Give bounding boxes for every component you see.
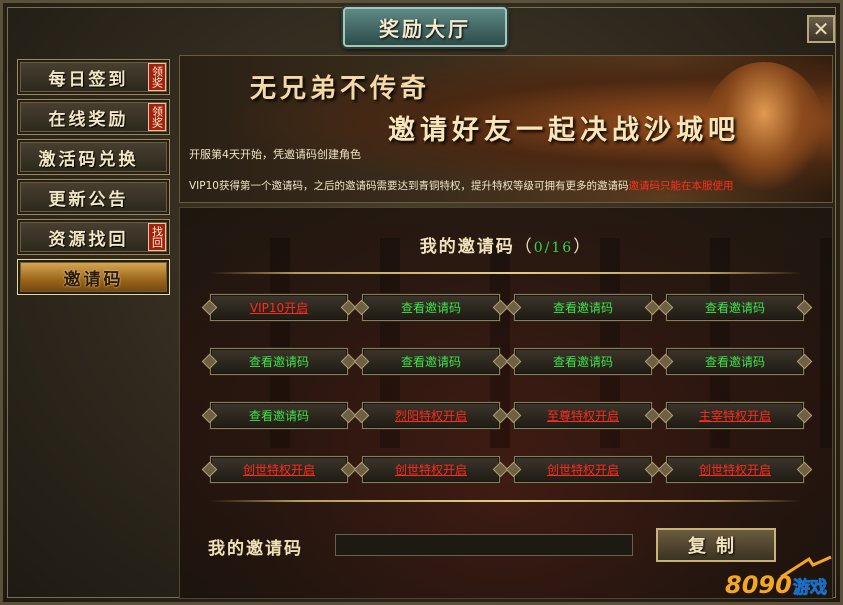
banner-info-2-warning: 邀请码只能在本服使用: [628, 180, 734, 192]
view-invite-code-button[interactable]: 查看邀请码: [210, 348, 348, 375]
view-invite-code-button[interactable]: 查看邀请码: [666, 294, 804, 321]
sidebar-item-4[interactable]: 资源找回 找回: [17, 219, 170, 255]
banner-info-2: VIP10获得第一个邀请码，之后的邀请码需要达到青铜特权，提升特权等级可拥有更多…: [189, 178, 733, 193]
my-code-label: 我的邀请码: [208, 539, 303, 559]
invite-count-close: ）: [573, 237, 593, 257]
divider-top: [210, 272, 802, 274]
divider-bottom: [210, 500, 802, 502]
sidebar-item-1[interactable]: 在线奖励 领奖: [17, 99, 170, 135]
banner-info-1: 开服第4天开始，凭邀请码创建角色: [189, 148, 361, 161]
close-button[interactable]: ✕: [807, 15, 835, 43]
window-title-plate: 奖励大厅: [343, 7, 507, 47]
invite-section-title: 我的邀请码（0/16）: [180, 232, 832, 257]
sidebar-item-2[interactable]: 激活码兑换: [17, 139, 170, 175]
view-invite-code-button[interactable]: 查看邀请码: [362, 348, 500, 375]
banner-info-2-text: VIP10获得第一个邀请码，之后的邀请码需要达到青铜特权，提升特权等级可拥有更多…: [189, 180, 629, 192]
sidebar-item-label: 在线奖励: [48, 109, 129, 130]
sidebar-item-label: 邀请码: [63, 269, 124, 290]
reward-hall-window: 奖励大厅 ✕ 每日签到 领奖 在线奖励 领奖 激活码兑换 更新公告 资源找回 找回 邀请码 无兄…: [0, 0, 843, 605]
view-invite-code-button[interactable]: 查看邀请码: [210, 402, 348, 429]
sidebar-item-badge: 找回: [148, 223, 166, 251]
locked-invite-code-button[interactable]: VIP10开启: [210, 294, 348, 321]
sidebar-item-label: 更新公告: [48, 189, 129, 210]
sidebar: 每日签到 领奖 在线奖励 领奖 激活码兑换 更新公告 资源找回 找回 邀请码: [17, 59, 172, 299]
watermark-text: 游戏: [793, 577, 827, 598]
invite-count: 0/16: [533, 240, 574, 256]
sidebar-item-0[interactable]: 每日签到 领奖: [17, 59, 170, 95]
close-icon: ✕: [812, 17, 830, 41]
sidebar-item-label: 每日签到: [48, 69, 129, 90]
sidebar-item-label: 资源找回: [48, 229, 129, 250]
sidebar-item-badge: 领奖: [148, 63, 166, 91]
banner-slogan-1: 无兄弟不传奇: [250, 74, 431, 104]
locked-invite-code-button[interactable]: 创世特权开启: [666, 456, 804, 483]
invite-code-grid: VIP10开启 查看邀请码 查看邀请码 查看邀请码 查看邀请码 查看邀请码 查看邀请码 查看邀…: [210, 294, 810, 483]
invite-count-open: （: [514, 237, 534, 257]
window-title: 奖励大厅: [379, 16, 471, 41]
locked-invite-code-button[interactable]: 至尊特权开启: [514, 402, 652, 429]
sidebar-item-5[interactable]: 邀请码: [17, 259, 170, 295]
sidebar-item-label: 激活码兑换: [38, 149, 139, 170]
locked-invite-code-button[interactable]: 创世特权开启: [362, 456, 500, 483]
view-invite-code-button[interactable]: 查看邀请码: [514, 294, 652, 321]
invite-title-text: 我的邀请码: [419, 237, 515, 257]
invite-banner: 无兄弟不传奇 邀请好友一起决战沙城吧 开服第4天开始，凭邀请码创建角色 VIP1…: [179, 55, 833, 203]
locked-invite-code-button[interactable]: 创世特权开启: [514, 456, 652, 483]
8090-watermark-logo: 8090 游戏: [725, 555, 832, 599]
locked-invite-code-button[interactable]: 主宰特权开启: [666, 402, 804, 429]
locked-invite-code-button[interactable]: 烈阳特权开启: [362, 402, 500, 429]
my-code-input[interactable]: [335, 534, 633, 556]
view-invite-code-button[interactable]: 查看邀请码: [362, 294, 500, 321]
invite-panel: 我的邀请码（0/16） VIP10开启 查看邀请码 查看邀请码 查看邀请码 查看邀请码查…: [179, 207, 833, 599]
sidebar-item-badge: 领奖: [148, 103, 166, 131]
locked-invite-code-button[interactable]: 创世特权开启: [210, 456, 348, 483]
banner-slogan-2: 邀请好友一起决战沙城吧: [388, 115, 740, 146]
view-invite-code-button[interactable]: 查看邀请码: [514, 348, 652, 375]
view-invite-code-button[interactable]: 查看邀请码: [666, 348, 804, 375]
sidebar-item-3[interactable]: 更新公告: [17, 179, 170, 215]
watermark-number: 8090: [725, 571, 792, 599]
